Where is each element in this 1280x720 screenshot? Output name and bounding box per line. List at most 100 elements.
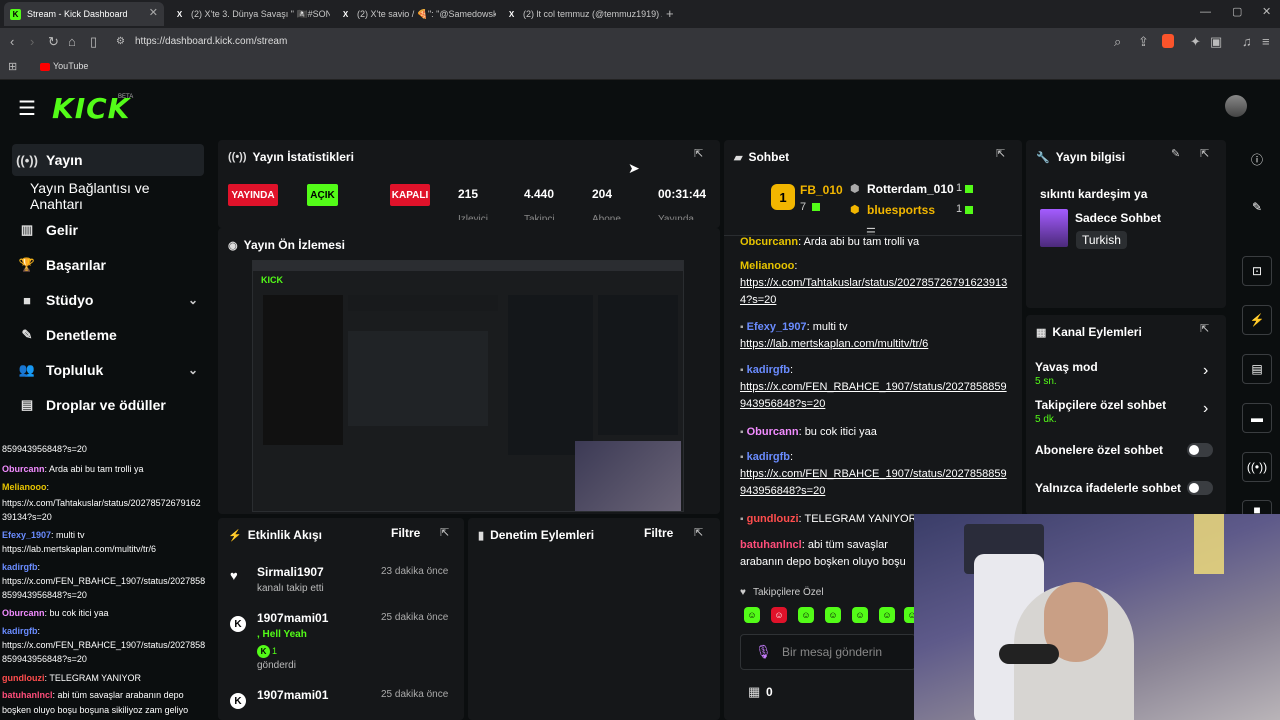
sidebar-item-basarilar[interactable]: 🏆 Başarılar [12, 249, 204, 281]
subscribers-only-toggle[interactable] [1187, 443, 1213, 457]
chat-username[interactable]: Oburcann [747, 426, 799, 438]
popout-icon[interactable]: ⇱ [694, 526, 703, 539]
maximize-icon[interactable]: ▢ [1232, 5, 1242, 18]
sidebar-item-studyo[interactable]: ■ Stüdyo ⌄ [12, 284, 204, 316]
lightning-icon[interactable]: ⚡ [1242, 305, 1272, 335]
filter-button[interactable]: Filtre [391, 526, 420, 540]
chat-link[interactable]: https://lab.mertskaplan.com/multitv/tr/6 [740, 338, 928, 350]
chat-link[interactable]: https://x.com/Tahtakuslar/status/2027857… [740, 277, 1007, 306]
stream-preview-video[interactable]: KICK [252, 260, 684, 512]
sidebar-item-gelir[interactable]: ▥ Gelir [12, 214, 204, 246]
sidebar-item-topluluk[interactable]: 👥 Topluluk ⌄ [12, 354, 204, 386]
url-field[interactable]: https://dashboard.kick.com/stream [135, 36, 287, 47]
top-gifter-name[interactable]: FB_010 [800, 183, 843, 197]
site-settings-icon[interactable]: ⚙ [116, 36, 125, 47]
emote-icon[interactable]: ☺ [852, 607, 868, 623]
overlay-chat-line: Oburcann: bu cok itici yaa [2, 607, 218, 619]
popout-icon[interactable]: ⇱ [440, 526, 449, 539]
back-icon[interactable]: ‹ [10, 34, 14, 49]
close-tab-icon[interactable]: ✕ [149, 6, 158, 19]
reload-icon[interactable]: ↻ [48, 34, 59, 50]
bookmark-youtube[interactable]: YouTube [53, 61, 88, 71]
slow-mode-action[interactable]: Yavaş mod 5 sn. › [1035, 360, 1220, 390]
emote-icon[interactable]: ☺ [744, 607, 760, 623]
forward-icon[interactable]: › [30, 34, 34, 49]
filter-button[interactable]: Filtre [644, 526, 673, 540]
gifter-name[interactable]: Rotterdam_010 [867, 182, 954, 196]
share-icon[interactable]: ⇪ [1138, 34, 1149, 50]
zoom-icon[interactable]: ⌕ [1114, 34, 1121, 50]
chat-bubble-icon[interactable]: ▬ [1242, 403, 1272, 433]
info-icon[interactable]: ⓘ [1242, 144, 1272, 174]
emotes-only-toggle[interactable] [1187, 481, 1213, 495]
sidebar-item-yayin[interactable]: ((•)) Yayın [12, 144, 204, 176]
event-item: ♥ Sirmali1907 23 dakika önce kanalı taki… [228, 564, 460, 604]
sidebar-item-stream-key[interactable]: Yayın Bağlantısı ve Anahtarı [12, 180, 204, 212]
panel-header: ((•)) Yayın İstatistikleri [228, 150, 354, 164]
chat-username[interactable]: Efexy_1907 [747, 321, 807, 333]
category-name[interactable]: Sadece Sohbet [1075, 211, 1161, 225]
apps-grid-icon[interactable]: ⊞ [8, 60, 17, 73]
avatar[interactable] [1225, 95, 1247, 117]
hamburger-menu-icon[interactable]: ☰ [18, 96, 36, 121]
event-user[interactable]: Sirmali1907 [257, 565, 324, 579]
overlay-text: boşken oluyo boşu boşuna sikiliyoz zam g… [2, 705, 189, 715]
chat-username[interactable]: kadirgfb [747, 364, 790, 376]
event-user[interactable]: 1907mami01 [257, 611, 328, 625]
chat-link[interactable]: https://x.com/FEN_RBAHCE_1907/status/202… [740, 468, 1007, 497]
browser-tab[interactable]: X (2) X'te savio / 🍕": "@Samedowski [334, 2, 496, 26]
popout-icon[interactable]: ⇱ [1200, 147, 1209, 160]
chat-username[interactable]: Melianooo [740, 260, 794, 272]
home-icon[interactable]: ⌂ [68, 34, 76, 49]
chat-input[interactable]: 🎙 Bir mesaj gönderin [740, 634, 916, 670]
followers-only-action[interactable]: Takipçilere özel sohbet 5 dk. › [1035, 398, 1220, 428]
sidebar-item-droplar[interactable]: ▤ Droplar ve ödüller [12, 389, 204, 421]
overlay-text: 859943956848?s=20 [2, 444, 87, 454]
minimize-icon[interactable]: — [1200, 6, 1211, 18]
chat-username[interactable]: batuhanlncl [740, 539, 802, 551]
emote-icon[interactable]: ☺ [771, 607, 787, 623]
chat-message: batuhanlncl: abi tüm savaşlar arabanın d… [740, 537, 918, 571]
close-window-icon[interactable]: ✕ [1262, 5, 1271, 18]
event-user[interactable]: 1907mami01 [257, 688, 328, 702]
microphone-icon[interactable]: 🎙 [755, 644, 772, 660]
menu-icon[interactable]: ≡ [1262, 34, 1270, 49]
pencil-icon[interactable]: ✎ [1242, 192, 1272, 222]
gifter-name[interactable]: bluesportss [867, 203, 935, 217]
broadcast-icon[interactable]: ((•)) [1242, 452, 1272, 482]
clip-icon[interactable]: ⊡ [1242, 256, 1272, 286]
browser-tab[interactable]: X (2) lt col temmuz (@temmuz1919) / X [500, 2, 662, 26]
media-icon[interactable]: ♫ [1242, 34, 1252, 49]
open-badge[interactable]: AÇIK [307, 184, 338, 206]
extensions-icon[interactable]: ✦ [1190, 34, 1201, 50]
browser-tab[interactable]: X (2) X'te 3. Dünya Savaşı " 🏴‍☠️#SONDA [168, 2, 330, 26]
gift-box-icon[interactable]: ▦ [748, 684, 760, 700]
browser-tab-active[interactable]: K Stream - Kick Dashboard ✕ [4, 2, 164, 26]
viewers-label: İzleyici [458, 214, 489, 220]
emote-icon[interactable]: ☺ [879, 607, 895, 623]
chat-username[interactable]: gundlouzi [747, 513, 799, 525]
emote-icon[interactable]: ☺ [825, 607, 841, 623]
popout-icon[interactable]: ⇱ [1200, 322, 1209, 335]
emote-icon[interactable]: ☺ [798, 607, 814, 623]
user-badge-icon: ▪ [740, 427, 744, 438]
popout-icon[interactable]: ⇱ [694, 147, 703, 160]
tag-chip[interactable]: Turkish [1076, 231, 1127, 249]
edit-icon[interactable]: ✎ [1171, 147, 1180, 160]
new-tab-icon[interactable]: + [666, 6, 674, 21]
overlay-text: : [37, 562, 41, 572]
user-badge-icon: ▪ [740, 452, 744, 463]
notes-icon[interactable]: ▤ [1242, 354, 1272, 384]
chat-link[interactable]: https://x.com/FEN_RBAHCE_1907/status/202… [740, 381, 1007, 410]
brave-shield-icon[interactable] [1162, 34, 1174, 48]
sidebar-toggle-icon[interactable]: ▣ [1210, 34, 1222, 50]
broadcast-icon: ((•)) [228, 151, 247, 163]
closed-badge[interactable]: KAPALI [390, 184, 430, 206]
category-thumbnail[interactable] [1040, 209, 1068, 247]
bookmark-icon[interactable]: ▯ [90, 34, 97, 50]
chat-username[interactable]: Obcurcann [740, 236, 798, 246]
chat-username[interactable]: kadirgfb [747, 451, 790, 463]
video-icon: ■ [23, 292, 31, 308]
sidebar-item-denetleme[interactable]: ✎ Denetleme [12, 319, 204, 351]
popout-icon[interactable]: ⇱ [996, 147, 1005, 160]
